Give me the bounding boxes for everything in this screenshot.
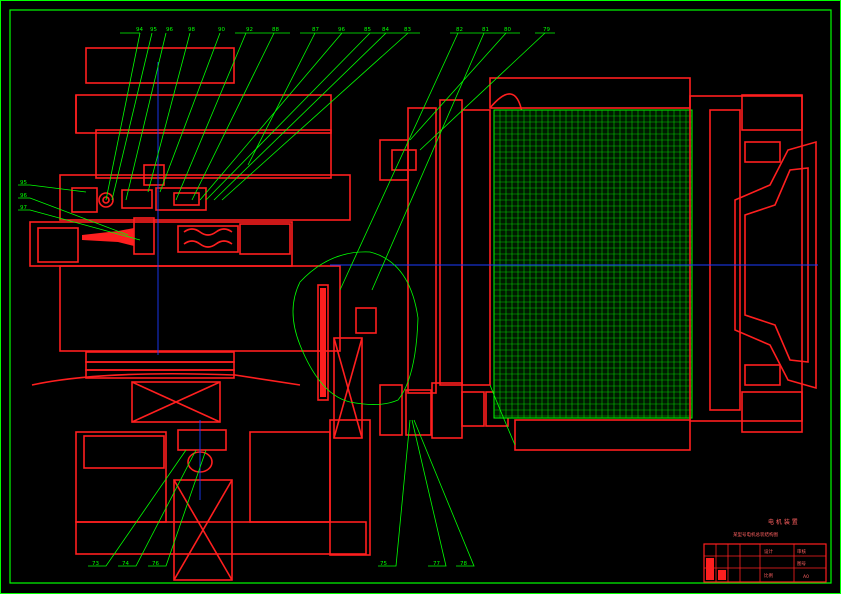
right-post — [329, 419, 371, 556]
shaft-arrow — [82, 228, 134, 246]
callout-80: 80 — [504, 27, 511, 33]
callout-98: 98 — [188, 27, 195, 33]
tb-sheet: A0 — [803, 574, 809, 580]
callout-88: 88 — [272, 27, 279, 33]
top-block — [85, 47, 235, 84]
callout-81: 81 — [482, 27, 489, 33]
callout-96-left: 96 — [20, 193, 27, 199]
callout-96: 96 — [166, 27, 173, 33]
callout-82: 82 — [456, 27, 463, 33]
callout-76: 76 — [152, 561, 159, 567]
tb-cell-design: 设计 — [764, 548, 773, 555]
title-line-1: 电 机 装 置 — [768, 518, 798, 526]
outer-border — [0, 0, 841, 594]
title-line-2: 某型号电机总装结构图 — [733, 531, 778, 538]
callout-labels-left: 95 96 97 — [20, 180, 27, 211]
callout-73: 73 — [92, 561, 99, 567]
main-body — [59, 265, 341, 352]
callout-97-left: 97 — [20, 205, 27, 211]
callout-90: 90 — [218, 27, 225, 33]
title-block: 电 机 装 置 某型号电机总装结构图 设计 审核 比例 图号 A0 — [703, 518, 827, 583]
lower-left-block — [75, 431, 167, 523]
callout-77: 77 — [433, 561, 440, 567]
base-arc — [31, 372, 301, 386]
tb-cell-review: 审核 — [797, 548, 806, 555]
tb-cell-scale: 比例 — [764, 572, 773, 579]
callout-85: 85 — [364, 27, 371, 33]
callout-96b: 96 — [338, 27, 345, 33]
callout-83: 83 — [404, 27, 411, 33]
callout-87: 87 — [312, 27, 319, 33]
callout-74: 74 — [122, 561, 129, 567]
rotor-section — [379, 77, 817, 451]
upper-housing — [95, 129, 332, 179]
callout-labels-top: 94 95 96 98 90 92 88 87 96 85 84 83 82 8… — [136, 27, 550, 33]
callout-79: 79 — [543, 27, 550, 33]
upper-beam — [75, 94, 332, 134]
callout-95-left: 95 — [20, 180, 27, 186]
callout-84: 84 — [382, 27, 389, 33]
callout-92: 92 — [246, 27, 253, 33]
right-housing — [689, 95, 803, 422]
cad-drawing-canvas: 94 95 96 98 90 92 88 87 96 85 84 83 82 8… — [0, 0, 841, 594]
tb-cell-number: 图号 — [797, 561, 806, 567]
callout-78: 78 — [460, 561, 467, 567]
callout-95: 95 — [150, 27, 157, 33]
callout-75: 75 — [380, 561, 387, 567]
leaders-bottom — [88, 419, 475, 567]
top-bracket — [489, 93, 523, 113]
callout-94: 94 — [136, 27, 143, 33]
